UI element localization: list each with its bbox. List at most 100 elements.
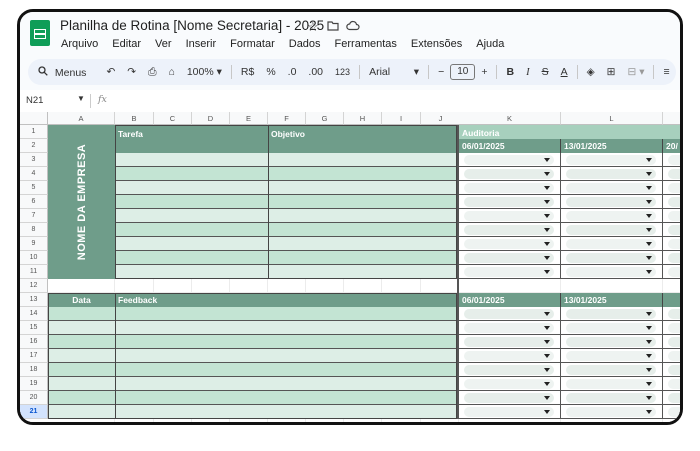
chevron-down-icon[interactable] [646,214,652,218]
status-dropdown[interactable] [459,223,561,237]
menu-ajuda[interactable]: Ajuda [474,37,506,51]
chevron-down-icon[interactable] [544,256,550,260]
status-dropdown[interactable] [663,349,680,363]
bold-button[interactable]: B [500,66,520,78]
status-dropdown[interactable] [663,377,680,391]
status-dropdown[interactable] [459,391,561,405]
menu-extensoes[interactable]: Extensões [409,37,464,51]
row-header-19[interactable]: 19 [20,377,48,391]
status-dropdown[interactable] [561,265,663,279]
status-dropdown[interactable] [561,223,663,237]
menu-dados[interactable]: Dados [287,37,323,51]
chevron-down-icon[interactable] [646,382,652,386]
font-size-decrease-icon[interactable]: − [432,66,450,78]
row-header-18[interactable]: 18 [20,363,48,377]
status-dropdown[interactable] [459,405,561,419]
row-header-15[interactable]: 15 [20,321,48,335]
chevron-down-icon[interactable] [646,326,652,330]
chevron-down-icon[interactable] [646,200,652,204]
column-header-i[interactable]: I [382,112,421,125]
chevron-down-icon[interactable] [646,242,652,246]
redo-icon[interactable]: ↷ [121,66,142,78]
increase-decimal-button[interactable]: .00 [302,66,329,78]
status-dropdown[interactable] [459,307,561,321]
row-header-13[interactable]: 13 [20,293,48,307]
status-dropdown[interactable] [561,377,663,391]
status-dropdown[interactable] [561,237,663,251]
status-dropdown[interactable] [663,181,680,195]
chevron-down-icon[interactable] [544,172,550,176]
name-box[interactable]: N21 [26,95,43,106]
fill-color-icon[interactable]: ◈ [581,66,601,78]
column-header-e[interactable]: E [230,112,268,125]
menu-formatar[interactable]: Formatar [228,37,277,51]
status-dropdown[interactable] [663,363,680,377]
borders-icon[interactable]: ⊞ [601,66,622,78]
chevron-down-icon[interactable] [544,396,550,400]
row-header-20[interactable]: 20 [20,391,48,405]
spreadsheet-grid[interactable]: A B C D E F G H I J K L 1 2 3 4 5 6 7 8 9 10 11 12 13 14 15 16 17 18 1… [20,112,680,422]
undo-icon[interactable]: ↶ [100,66,121,78]
chevron-down-icon[interactable] [544,214,550,218]
menu-ferramentas[interactable]: Ferramentas [333,37,399,51]
status-dropdown[interactable] [459,349,561,363]
row-header-6[interactable]: 6 [20,195,48,209]
status-dropdown[interactable] [663,251,680,265]
column-header-c[interactable]: C [154,112,192,125]
status-dropdown[interactable] [663,223,680,237]
status-dropdown[interactable] [459,251,561,265]
currency-button[interactable]: R$ [235,66,260,78]
column-header-d[interactable]: D [192,112,230,125]
status-dropdown[interactable] [561,391,663,405]
chevron-down-icon[interactable] [646,340,652,344]
chevron-down-icon[interactable] [646,228,652,232]
column-header-h[interactable]: H [344,112,382,125]
sheets-logo-icon[interactable] [30,20,50,46]
status-dropdown[interactable] [459,181,561,195]
menu-arquivo[interactable]: Arquivo [59,37,100,51]
chevron-down-icon[interactable] [646,368,652,372]
status-dropdown[interactable] [561,251,663,265]
column-header-f[interactable]: F [268,112,306,125]
star-icon[interactable]: ☆ [307,19,319,35]
status-dropdown[interactable] [663,307,680,321]
percent-button[interactable]: % [260,66,281,78]
status-dropdown[interactable] [459,321,561,335]
chevron-down-icon[interactable] [544,186,550,190]
status-dropdown[interactable] [561,405,663,419]
status-dropdown[interactable] [663,405,680,419]
status-dropdown[interactable] [663,153,680,167]
text-color-button[interactable]: A [555,66,574,78]
chevron-down-icon[interactable] [544,326,550,330]
row-header-11[interactable]: 11 [20,265,48,279]
status-dropdown[interactable] [459,237,561,251]
chevron-down-icon[interactable] [646,172,652,176]
status-dropdown[interactable] [663,195,680,209]
row-header-21[interactable]: 21 [20,405,48,419]
status-dropdown[interactable] [459,153,561,167]
row-header-5[interactable]: 5 [20,181,48,195]
status-dropdown[interactable] [561,363,663,377]
row-header-17[interactable]: 17 [20,349,48,363]
chevron-down-icon[interactable] [544,228,550,232]
status-dropdown[interactable] [561,321,663,335]
strikethrough-icon[interactable]: S [536,66,555,78]
select-all-corner[interactable] [20,112,48,125]
move-folder-icon[interactable] [327,19,339,34]
print-icon[interactable]: ⎙ [142,66,162,79]
chevron-down-icon[interactable] [544,368,550,372]
name-box-dropdown-icon[interactable]: ▼ [77,94,85,103]
chevron-down-icon[interactable] [646,270,652,274]
row-header-12[interactable]: 12 [20,279,48,293]
column-header-g[interactable]: G [306,112,344,125]
align-icon[interactable]: ≡ [657,66,675,78]
search-menus[interactable]: Menus [28,65,92,79]
row-header-7[interactable]: 7 [20,209,48,223]
cloud-status-icon[interactable] [346,19,360,34]
status-dropdown[interactable] [459,265,561,279]
chevron-down-icon[interactable] [544,270,550,274]
chevron-down-icon[interactable] [544,242,550,246]
status-dropdown[interactable] [561,167,663,181]
status-dropdown[interactable] [561,153,663,167]
status-dropdown[interactable] [663,335,680,349]
